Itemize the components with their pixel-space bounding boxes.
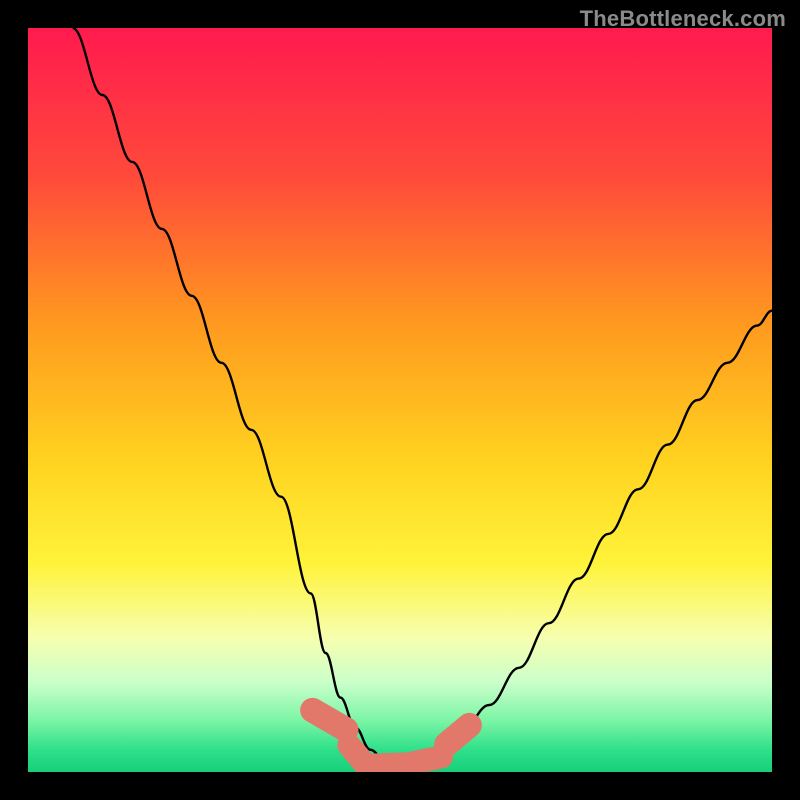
plot-area bbox=[28, 28, 772, 772]
outer-frame: TheBottleneck.com bbox=[0, 0, 800, 800]
sausage-links-group bbox=[296, 694, 486, 772]
bottleneck-curve bbox=[73, 28, 772, 765]
sausage-link-4 bbox=[430, 708, 486, 761]
watermark-text: TheBottleneck.com bbox=[580, 6, 786, 32]
chart-svg bbox=[28, 28, 772, 772]
